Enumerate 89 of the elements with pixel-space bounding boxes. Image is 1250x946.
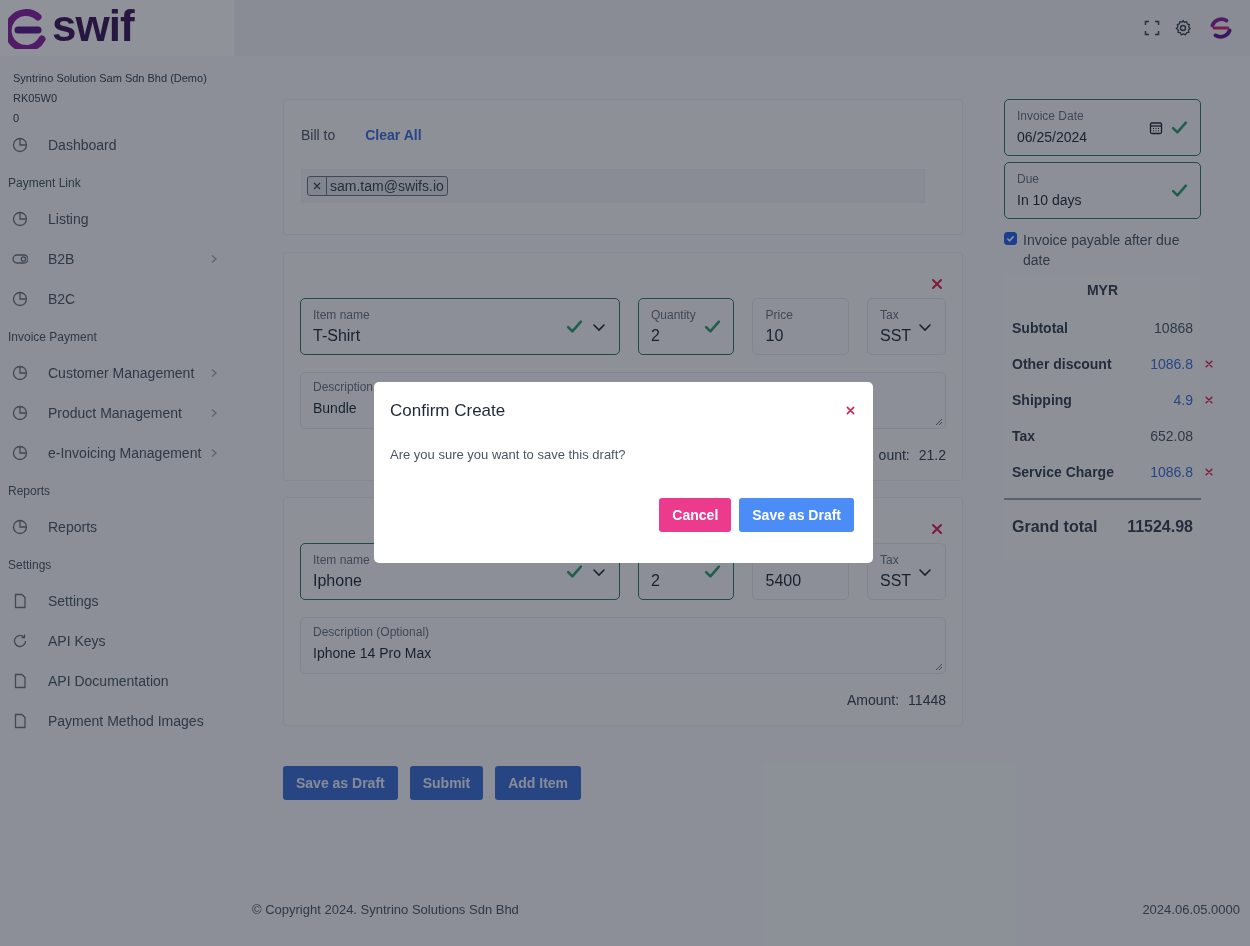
sidebar-item[interactable]: Product Management [0, 393, 234, 433]
amount-value: 11448 [908, 692, 946, 708]
checkmark-icon [1171, 182, 1188, 199]
recipient-field[interactable]: sam.tam@swifs.io [301, 169, 925, 203]
summary-label: Other discount [1012, 356, 1112, 372]
amount-link[interactable]: 1086.8 [1150, 356, 1193, 372]
amount-value: 21.2 [918, 447, 946, 463]
account-code: RK05W0 [13, 91, 59, 105]
summary-label: Shipping [1012, 392, 1072, 408]
checkmark-icon [704, 563, 722, 580]
sidebar-item[interactable]: B2C [0, 279, 234, 319]
amount-label: ount: [878, 447, 910, 463]
settings-icon [1174, 19, 1192, 37]
bill-to-label: Bill to [301, 127, 336, 143]
clear-all-link[interactable]: Clear All [365, 127, 422, 143]
save-draft-button[interactable]: Save as Draft [739, 498, 854, 532]
sidebar-item[interactable]: Reports [0, 507, 234, 547]
currency-label: MYR [1085, 281, 1120, 300]
cancel-button[interactable]: Cancel [659, 498, 732, 532]
sidebar-item[interactable]: Dashboard [0, 125, 234, 165]
checkmark-icon [565, 563, 583, 580]
section-heading: Invoice Payment [7, 329, 98, 346]
amount-link[interactable]: 4.9 [1173, 392, 1193, 408]
toggle-icon [12, 251, 28, 267]
sidebar-item[interactable]: API Documentation [0, 661, 234, 701]
pie-chart-icon [12, 519, 28, 535]
pie-chart-icon [12, 137, 28, 153]
calendar-icon [1149, 120, 1163, 135]
resize-handle-icon [935, 418, 943, 426]
tax-select[interactable]: Tax SST [867, 298, 946, 355]
remove-icon [313, 182, 321, 190]
recipient-chip[interactable]: sam.tam@swifs.io [307, 176, 448, 196]
sidebar-item[interactable]: B2B [0, 239, 234, 279]
section-heading: Payment Link [7, 175, 82, 192]
logo-text: swif [52, 4, 134, 48]
remove-icon [930, 277, 944, 291]
checkmark-icon [565, 318, 583, 335]
price-field[interactable]: Price 10 [752, 298, 849, 355]
pie-chart-icon [12, 291, 28, 307]
checkmark-icon [1006, 234, 1015, 243]
tax-select[interactable]: Tax SST [867, 543, 946, 600]
sidebar-item[interactable]: API Keys [0, 621, 234, 661]
due-field[interactable]: Due In 10 days [1004, 162, 1201, 219]
action-button[interactable]: Save as Draft [283, 766, 398, 800]
summary-label: Tax [1012, 428, 1036, 444]
checkbox-label: Invoice payable after due date [1023, 231, 1181, 270]
account-balance: 0 [13, 111, 21, 125]
remove-icon [930, 522, 944, 536]
sidebar-item[interactable]: Listing [0, 199, 234, 239]
grand-total-label: Grand total [1012, 518, 1098, 536]
resize-handle-icon [935, 663, 943, 671]
item-name-field[interactable]: Item name T-Shirt [300, 298, 620, 355]
document-icon [12, 713, 28, 729]
dialog-message: Are you sure you want to save this draft? [390, 447, 627, 462]
summary-label: Subtotal [1012, 320, 1068, 336]
action-button[interactable]: Add Item [495, 766, 582, 800]
action-button[interactable]: Submit [409, 766, 484, 800]
pie-chart-icon [12, 365, 28, 381]
checkmark-icon [1171, 119, 1188, 136]
sidebar-item[interactable]: e-Invoicing Management [0, 433, 234, 473]
dialog-title: Confirm Create [390, 400, 506, 421]
summary-label: Service Charge [1012, 464, 1114, 480]
checkmark-icon [704, 318, 722, 335]
pie-chart-icon [12, 405, 28, 421]
pie-chart-icon [12, 445, 28, 461]
fullscreen-icon [1144, 20, 1160, 36]
amount-link[interactable]: 1086.8 [1150, 464, 1193, 480]
grand-total-value: 11524.98 [1127, 518, 1193, 536]
version-text: 2024.06.05.0000 [1142, 902, 1240, 917]
sidebar-item[interactable]: Payment Method Images [0, 701, 234, 741]
sidebar-item[interactable]: Customer Management [0, 353, 234, 393]
quantity-field[interactable]: Quantity 2 [637, 298, 735, 355]
date-field[interactable]: Invoice Date 06/25/2024 [1004, 99, 1201, 156]
description-field[interactable]: Description (Optional) Iphone 14 Pro Max [300, 617, 946, 674]
logo-icon [1208, 15, 1234, 41]
sidebar-item[interactable]: Settings [0, 581, 234, 621]
document-icon [12, 593, 28, 609]
document-icon [12, 673, 28, 689]
summary-value: 10868 [1154, 320, 1193, 336]
section-heading: Reports [7, 483, 52, 500]
refresh-icon [12, 633, 28, 649]
close-icon[interactable] [845, 405, 856, 416]
amount-label: Amount: [846, 692, 900, 708]
copyright-text: © Copyright 2024. Syntrino Solutions Sdn Bhd [252, 902, 519, 917]
company-name: Syntrino Solution Sam Sdn Bhd (Demo) [13, 71, 208, 85]
section-heading: Settings [7, 557, 53, 574]
summary-value: 652.08 [1150, 428, 1193, 444]
pie-chart-icon [12, 211, 28, 227]
checkbox[interactable] [1004, 232, 1017, 245]
